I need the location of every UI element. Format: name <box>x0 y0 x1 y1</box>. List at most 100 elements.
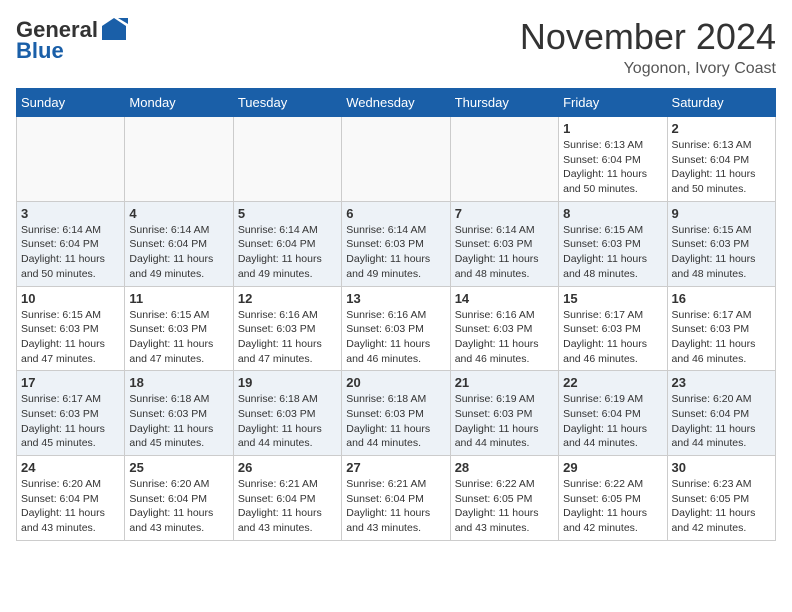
month-title: November 2024 <box>520 16 776 58</box>
day-number: 19 <box>238 375 337 390</box>
calendar-cell: 22 Sunrise: 6:19 AM Sunset: 6:04 PM Dayli… <box>559 371 667 456</box>
calendar-cell: 5 Sunrise: 6:14 AM Sunset: 6:04 PM Daylig… <box>233 201 341 286</box>
page-header: General Blue November 2024 Yogonon, Ivor… <box>16 16 776 78</box>
calendar-cell: 3Sunrise: 6:14 AM Sunset: 6:04 PM Daylig… <box>17 201 125 286</box>
day-info: Sunrise: 6:18 AM Sunset: 6:03 PM Dayligh… <box>238 392 337 451</box>
day-number: 27 <box>346 460 445 475</box>
logo-blue-text: Blue <box>16 38 64 64</box>
day-info: Sunrise: 6:20 AM Sunset: 6:04 PM Dayligh… <box>21 477 120 536</box>
day-info: Sunrise: 6:13 AM Sunset: 6:04 PM Dayligh… <box>672 138 771 197</box>
calendar-cell: 9Sunrise: 6:15 AM Sunset: 6:03 PM Daylig… <box>667 201 775 286</box>
day-number: 20 <box>346 375 445 390</box>
calendar-cell: 1 Sunrise: 6:13 AM Sunset: 6:04 PM Daylig… <box>559 117 667 202</box>
day-number: 8 <box>563 206 662 221</box>
calendar-cell: 21 Sunrise: 6:19 AM Sunset: 6:03 PM Dayli… <box>450 371 558 456</box>
calendar-week-row: 3 Sunrise: 6:14 AM Sunset: 6:04 PM Daylig… <box>17 201 776 286</box>
calendar-cell: 19 Sunrise: 6:18 AM Sunset: 6:03 PM Dayli… <box>233 371 341 456</box>
day-info: Sunrise: 6:14 AM Sunset: 6:04 PM Dayligh… <box>238 223 337 282</box>
calendar-cell: 14 Sunrise: 6:16 AM Sunset: 6:03 PM Dayli… <box>450 286 558 371</box>
day-number: 12 <box>238 291 337 306</box>
weekday-header-friday: Friday <box>559 89 667 117</box>
calendar-cell: 11Sunrise: 6:15 AM Sunset: 6:03 PM Dayli… <box>125 286 233 371</box>
calendar-cell: 15Sunrise: 6:17 AM Sunset: 6:03 PM Dayli… <box>559 286 667 371</box>
day-number: 28 <box>455 460 554 475</box>
calendar-cell <box>342 117 450 202</box>
calendar-cell <box>233 117 341 202</box>
day-number: 18 <box>129 375 228 390</box>
calendar-cell: 26 Sunrise: 6:21 AM Sunset: 6:04 PM Dayli… <box>233 456 341 541</box>
location: Yogonon, Ivory Coast <box>520 60 776 78</box>
day-number: 5 <box>238 206 337 221</box>
day-info: Sunrise: 6:19 AM Sunset: 6:03 PM Dayligh… <box>455 392 554 451</box>
day-number: 7 <box>455 206 554 221</box>
calendar-cell <box>450 117 558 202</box>
day-info: Sunrise: 6:14 AM Sunset: 6:04 PM Dayligh… <box>129 223 228 282</box>
day-info: Sunrise: 6:20 AM Sunset: 6:04 PM Dayligh… <box>672 392 771 451</box>
calendar-cell: 8 Sunrise: 6:15 AM Sunset: 6:03 PM Daylig… <box>559 201 667 286</box>
day-number: 24 <box>21 460 120 475</box>
calendar-cell: 23 Sunrise: 6:20 AM Sunset: 6:04 PM Dayli… <box>667 371 775 456</box>
day-number: 21 <box>455 375 554 390</box>
weekday-header-thursday: Thursday <box>450 89 558 117</box>
day-number: 23 <box>672 375 771 390</box>
weekday-header-saturday: Saturday <box>667 89 775 117</box>
day-number: 1 <box>563 121 662 136</box>
calendar-cell: 17 Sunrise: 6:17 AM Sunset: 6:03 PM Dayli… <box>17 371 125 456</box>
day-number: 15 <box>563 291 662 306</box>
day-info: Sunrise: 6:16 AM Sunset: 6:03 PM Dayligh… <box>455 308 554 367</box>
day-number: 6 <box>346 206 445 221</box>
day-info: Sunrise: 6:19 AM Sunset: 6:04 PM Dayligh… <box>563 392 662 451</box>
day-number: 4 <box>129 206 228 221</box>
day-info: Sunrise: 6:13 AM Sunset: 6:04 PM Dayligh… <box>563 138 662 197</box>
calendar-cell: 24 Sunrise: 6:20 AM Sunset: 6:04 PM Dayli… <box>17 456 125 541</box>
day-info: Sunrise: 6:16 AM Sunset: 6:03 PM Dayligh… <box>346 308 445 367</box>
calendar-cell: 16Sunrise: 6:17 AM Sunset: 6:03 PM Dayli… <box>667 286 775 371</box>
title-area: November 2024 Yogonon, Ivory Coast <box>520 16 776 78</box>
day-info: Sunrise: 6:22 AM Sunset: 6:05 PM Dayligh… <box>563 477 662 536</box>
calendar-week-row: 17 Sunrise: 6:17 AM Sunset: 6:03 PM Dayli… <box>17 371 776 456</box>
calendar-cell: 30Sunrise: 6:23 AM Sunset: 6:05 PM Dayli… <box>667 456 775 541</box>
day-number: 9 <box>672 206 771 221</box>
calendar-cell: 2Sunrise: 6:13 AM Sunset: 6:04 PM Daylig… <box>667 117 775 202</box>
calendar-table: SundayMondayTuesdayWednesdayThursdayFrid… <box>16 88 776 541</box>
day-info: Sunrise: 6:14 AM Sunset: 6:03 PM Dayligh… <box>346 223 445 282</box>
day-info: Sunrise: 6:22 AM Sunset: 6:05 PM Dayligh… <box>455 477 554 536</box>
calendar-cell: 12 Sunrise: 6:16 AM Sunset: 6:03 PM Dayli… <box>233 286 341 371</box>
calendar-week-row: 24 Sunrise: 6:20 AM Sunset: 6:04 PM Dayli… <box>17 456 776 541</box>
day-info: Sunrise: 6:20 AM Sunset: 6:04 PM Dayligh… <box>129 477 228 536</box>
calendar-week-row: 1 Sunrise: 6:13 AM Sunset: 6:04 PM Daylig… <box>17 117 776 202</box>
weekday-header-wednesday: Wednesday <box>342 89 450 117</box>
day-number: 25 <box>129 460 228 475</box>
day-number: 22 <box>563 375 662 390</box>
day-info: Sunrise: 6:21 AM Sunset: 6:04 PM Dayligh… <box>238 477 337 536</box>
logo: General Blue <box>16 16 128 64</box>
day-number: 16 <box>672 291 771 306</box>
day-info: Sunrise: 6:18 AM Sunset: 6:03 PM Dayligh… <box>346 392 445 451</box>
day-number: 30 <box>672 460 771 475</box>
day-info: Sunrise: 6:15 AM Sunset: 6:03 PM Dayligh… <box>563 223 662 282</box>
weekday-header-sunday: Sunday <box>17 89 125 117</box>
day-number: 26 <box>238 460 337 475</box>
day-number: 10 <box>21 291 120 306</box>
calendar-cell: 7Sunrise: 6:14 AM Sunset: 6:03 PM Daylig… <box>450 201 558 286</box>
calendar-cell <box>125 117 233 202</box>
weekday-header-row: SundayMondayTuesdayWednesdayThursdayFrid… <box>17 89 776 117</box>
weekday-header-monday: Monday <box>125 89 233 117</box>
calendar-week-row: 10 Sunrise: 6:15 AM Sunset: 6:03 PM Dayli… <box>17 286 776 371</box>
calendar-cell: 6 Sunrise: 6:14 AM Sunset: 6:03 PM Daylig… <box>342 201 450 286</box>
calendar-cell: 13Sunrise: 6:16 AM Sunset: 6:03 PM Dayli… <box>342 286 450 371</box>
day-info: Sunrise: 6:16 AM Sunset: 6:03 PM Dayligh… <box>238 308 337 367</box>
calendar-cell: 29 Sunrise: 6:22 AM Sunset: 6:05 PM Dayli… <box>559 456 667 541</box>
day-info: Sunrise: 6:15 AM Sunset: 6:03 PM Dayligh… <box>129 308 228 367</box>
day-number: 17 <box>21 375 120 390</box>
calendar-cell: 10 Sunrise: 6:15 AM Sunset: 6:03 PM Dayli… <box>17 286 125 371</box>
day-info: Sunrise: 6:17 AM Sunset: 6:03 PM Dayligh… <box>21 392 120 451</box>
day-number: 3 <box>21 206 120 221</box>
calendar-cell: 20 Sunrise: 6:18 AM Sunset: 6:03 PM Dayli… <box>342 371 450 456</box>
day-info: Sunrise: 6:18 AM Sunset: 6:03 PM Dayligh… <box>129 392 228 451</box>
day-info: Sunrise: 6:15 AM Sunset: 6:03 PM Dayligh… <box>21 308 120 367</box>
weekday-header-tuesday: Tuesday <box>233 89 341 117</box>
day-number: 14 <box>455 291 554 306</box>
calendar-cell: 4 Sunrise: 6:14 AM Sunset: 6:04 PM Daylig… <box>125 201 233 286</box>
day-number: 29 <box>563 460 662 475</box>
